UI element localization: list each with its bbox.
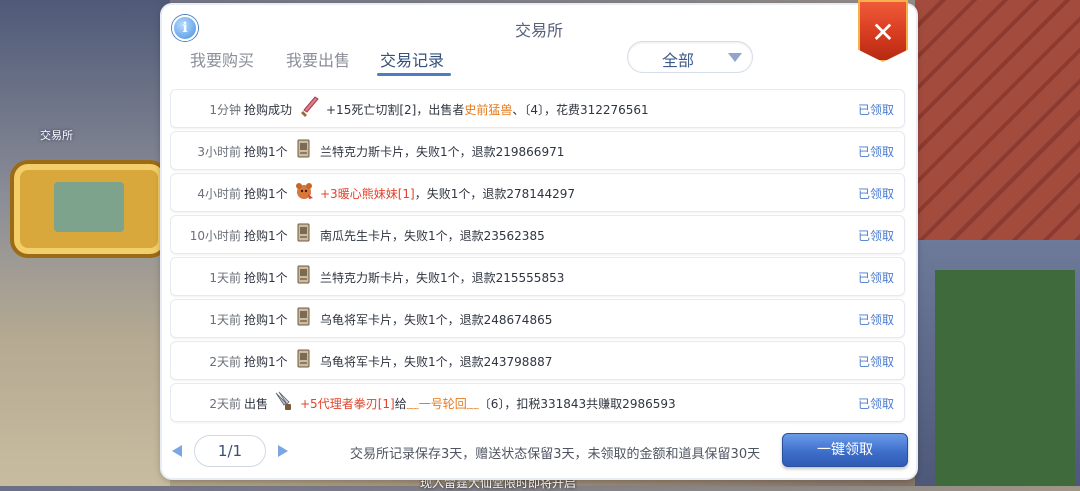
record-description: 乌龟将军卡片，失败1个，退款243798887 — [320, 353, 552, 370]
record-time: 10小时前 — [189, 229, 241, 243]
tab-sell[interactable]: 我要出售 — [286, 47, 350, 71]
close-icon: ✕ — [871, 16, 895, 49]
description-text: 兰特克力斯卡片，失败1个，退款219866971 — [320, 145, 565, 159]
close-button[interactable]: ✕ — [858, 0, 908, 62]
trade-record-list[interactable]: 1分钟 抢购成功 +15死亡切割[2]，出售者史前猛兽、〔4〕，花费31227656… — [170, 89, 906, 429]
description-text: 兰特克力斯卡片，失败1个，退款215555853 — [320, 271, 565, 285]
claimed-status: 已领取 — [857, 355, 894, 369]
trade-record-row[interactable]: 10小时前 抢购1个 南瓜先生卡片，失败1个，退款23562385 已领取 — [170, 215, 905, 254]
description-text: 、〔4〕，花费312276561 — [512, 103, 649, 117]
signboard-label: 交易所 — [40, 129, 73, 142]
claimed-status: 已领取 — [857, 229, 894, 243]
trade-record-row[interactable]: 2天前 抢购1个 乌龟将军卡片，失败1个，退款243798887 已领取 — [170, 341, 905, 380]
category-filter-dropdown[interactable]: 全部 — [627, 41, 753, 73]
background-scene-right — [915, 0, 1080, 486]
claim-all-button[interactable]: 一键领取 — [782, 433, 908, 467]
trade-record-row[interactable]: 4小时前 抢购1个 +3暖心熊妹妹[1]，失败1个，退款278144297 已领取 — [170, 173, 905, 212]
description-text: 给 — [394, 397, 407, 411]
highlighted-text[interactable]: +5代理者拳刃[1] — [300, 397, 395, 411]
claimed-status: 已领取 — [857, 145, 894, 159]
record-action: 抢购1个 — [244, 313, 288, 327]
trade-record-row[interactable]: 2天前 出售 +5代理者拳刃[1]给﹏一号轮回﹏〔6〕，扣税331843共赚取298… — [170, 383, 905, 422]
record-action: 抢购1个 — [244, 271, 288, 285]
description-text: +15死亡切割[2]，出售者 — [326, 103, 465, 117]
record-description: 兰特克力斯卡片，失败1个，退款215555853 — [320, 269, 564, 286]
bear-icon — [294, 180, 314, 202]
tab-trade-records[interactable]: 交易记录 — [380, 47, 444, 71]
highlighted-text[interactable]: 史前猛兽 — [464, 103, 512, 117]
record-action: 抢购1个 — [244, 187, 288, 201]
record-description: 南瓜先生卡片，失败1个，退款23562385 — [320, 227, 545, 244]
claimed-status: 已领取 — [857, 313, 894, 327]
exchange-signboard — [10, 160, 168, 258]
record-action: 抢购1个 — [244, 145, 288, 159]
description-text: 乌龟将军卡片，失败1个，退款243798887 — [320, 355, 553, 369]
sword-icon — [300, 96, 320, 118]
trade-record-row[interactable]: 1天前 抢购1个 乌龟将军卡片，失败1个，退款248674865 已领取 — [170, 299, 905, 338]
record-time: 1天前 — [209, 313, 241, 327]
background-scene-left: 交易所 — [0, 0, 170, 486]
record-description: 兰特克力斯卡片，失败1个，退款219866971 — [320, 143, 564, 160]
claimed-status: 已领取 — [857, 271, 894, 285]
description-text: ，失败1个，退款278144297 — [414, 187, 576, 201]
record-action: 出售 — [244, 397, 269, 411]
card-icon — [294, 138, 314, 160]
claimed-status: 已领取 — [857, 187, 894, 201]
record-description: 乌龟将军卡片，失败1个，退款248674865 — [320, 311, 552, 328]
record-action: 抢购1个 — [244, 355, 288, 369]
card-icon — [294, 348, 314, 370]
claimed-status: 已领取 — [857, 397, 894, 411]
exchange-panel: i 交易所 ✕ 我要购买 我要出售 交易记录 全部 1分钟 抢购成功 +15死亡切割… — [162, 0, 916, 478]
panel-title: 交易所 — [514, 21, 563, 40]
highlighted-text[interactable]: +3暖心熊妹妹[1] — [320, 187, 415, 201]
claw-icon — [274, 390, 294, 412]
page-indicator: 1/1 — [194, 435, 266, 467]
record-action: 抢购1个 — [244, 229, 288, 243]
filter-selected-value: 全部 — [661, 51, 694, 70]
tab-buy[interactable]: 我要购买 — [190, 47, 254, 71]
record-description: +3暖心熊妹妹[1]，失败1个，退款278144297 — [320, 185, 575, 202]
record-description: +15死亡切割[2]，出售者史前猛兽、〔4〕，花费312276561 — [326, 101, 649, 118]
record-action: 抢购成功 — [244, 103, 293, 117]
trade-record-row[interactable]: 1分钟 抢购成功 +15死亡切割[2]，出售者史前猛兽、〔4〕，花费31227656… — [170, 89, 905, 128]
card-icon — [294, 264, 314, 286]
card-icon — [294, 306, 314, 328]
highlighted-text[interactable]: ﹏一号轮回﹏ — [407, 397, 479, 411]
active-tab-indicator — [377, 73, 451, 76]
retention-note: 交易所记录保存3天，赠送状态保留3天，未领取的金额和道具保留30天 — [350, 447, 761, 462]
card-icon — [294, 222, 314, 244]
record-time: 1天前 — [209, 271, 241, 285]
record-description: +5代理者拳刃[1]给﹏一号轮回﹏〔6〕，扣税331843共赚取2986593 — [300, 395, 676, 412]
description-text: 乌龟将军卡片，失败1个，退款248674865 — [320, 313, 553, 327]
trade-record-row[interactable]: 3小时前 抢购1个 兰特克力斯卡片，失败1个，退款219866971 已领取 — [170, 131, 905, 170]
record-time: 2天前 — [209, 355, 241, 369]
description-text: 〔6〕，扣税331843共赚取2986593 — [478, 397, 676, 411]
chevron-down-icon — [728, 53, 742, 62]
record-time: 1分钟 — [209, 103, 241, 117]
next-page-arrow-icon[interactable] — [278, 445, 288, 457]
claimed-status: 已领取 — [857, 103, 894, 117]
description-text: 南瓜先生卡片，失败1个，退款23562385 — [320, 229, 545, 243]
trade-record-row[interactable]: 1天前 抢购1个 兰特克力斯卡片，失败1个，退款215555853 已领取 — [170, 257, 905, 296]
record-time: 4小时前 — [197, 187, 241, 201]
record-time: 3小时前 — [197, 145, 241, 159]
record-time: 2天前 — [209, 397, 241, 411]
prev-page-arrow-icon[interactable] — [172, 445, 182, 457]
